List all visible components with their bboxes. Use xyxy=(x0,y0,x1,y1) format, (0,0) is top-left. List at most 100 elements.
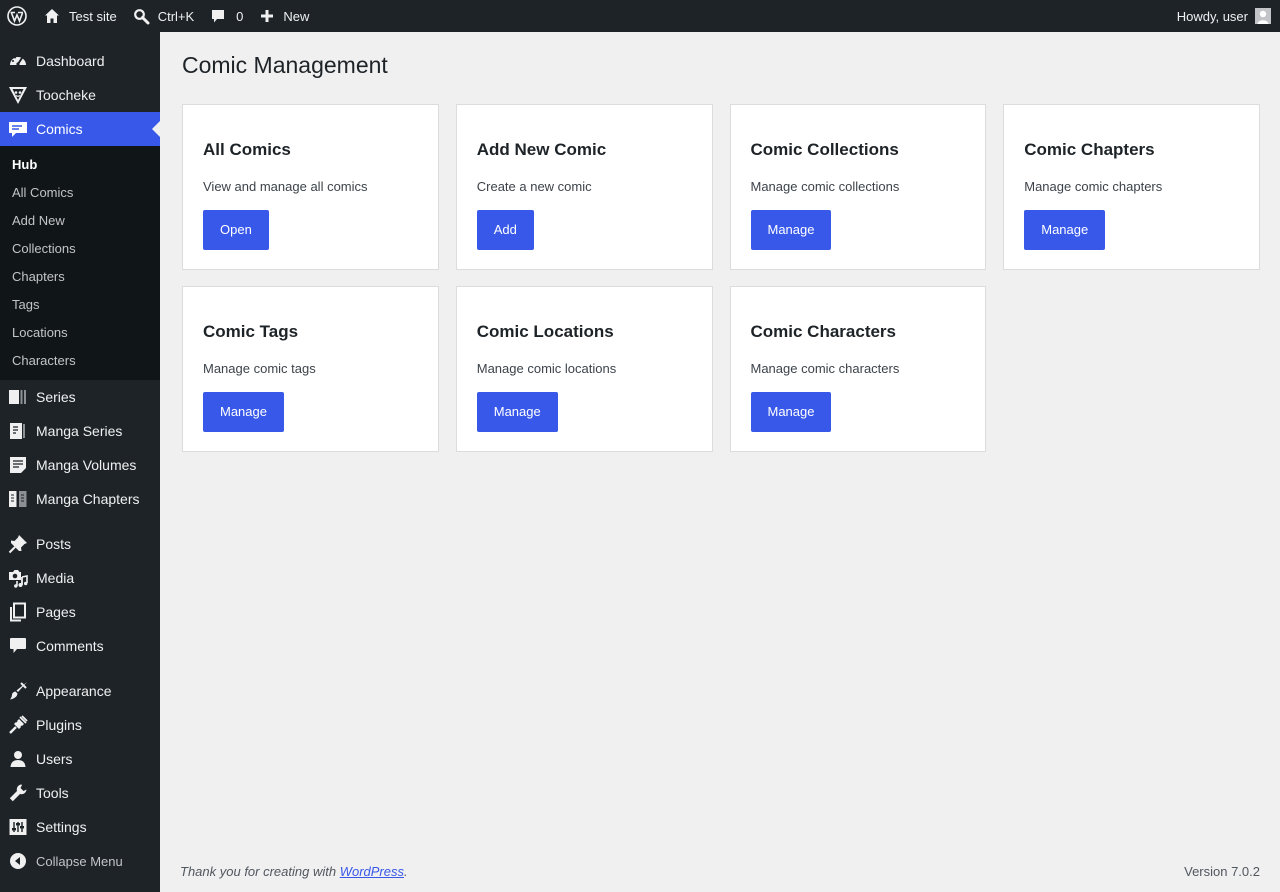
site-name-link[interactable]: Test site xyxy=(34,0,125,32)
sidebar-item-posts[interactable]: Posts xyxy=(0,527,160,561)
sliders-icon xyxy=(0,817,36,837)
card-comic-collections: Comic Collections Manage comic collectio… xyxy=(729,104,987,270)
manage-characters-button[interactable]: Manage xyxy=(750,392,832,432)
new-label: New xyxy=(283,8,310,24)
card-description: Create a new comic xyxy=(476,179,592,194)
sidebar-item-label: Appearance xyxy=(36,683,112,699)
sidebar-item-comments[interactable]: Comments xyxy=(0,629,160,663)
collapse-arrow-icon xyxy=(0,852,36,870)
card-comic-chapters: Comic Chapters Manage comic chapters Man… xyxy=(1003,104,1260,270)
manage-collections-button[interactable]: Manage xyxy=(750,210,832,250)
card-title: Comic Chapters xyxy=(1024,140,1155,159)
manga-volumes-icon xyxy=(0,455,36,475)
submenu-item-all-comics[interactable]: All Comics xyxy=(0,178,160,206)
sidebar-item-manga-chapters[interactable]: Manga Chapters xyxy=(0,482,160,516)
card-comic-characters: Comic Characters Manage comic characters… xyxy=(729,286,987,452)
card-title: Comic Tags xyxy=(203,322,299,341)
page-title: Comic Management xyxy=(182,52,388,78)
manage-chapters-button[interactable]: Manage xyxy=(1024,210,1106,250)
search-icon xyxy=(133,8,150,25)
sidebar-item-label: Posts xyxy=(36,536,72,552)
new-content-button[interactable]: New xyxy=(251,0,317,32)
footer-thanks-suffix: . xyxy=(404,864,408,879)
comment-bubble-icon xyxy=(210,8,226,24)
submenu-item-tags[interactable]: Tags xyxy=(0,290,160,318)
sidebar-item-label: Media xyxy=(36,570,75,586)
home-icon xyxy=(43,7,61,25)
sidebar-item-label: Comics xyxy=(36,121,83,137)
collapse-menu-label: Collapse Menu xyxy=(36,853,123,869)
wordpress-logo-button[interactable] xyxy=(0,0,34,32)
card-title: Comic Collections xyxy=(750,140,899,159)
sidebar-item-label: Tools xyxy=(36,785,69,801)
card-title: Comic Locations xyxy=(476,322,614,341)
sidebar-item-pages[interactable]: Pages xyxy=(0,595,160,629)
pin-icon xyxy=(0,534,36,554)
sidebar-item-manga-series[interactable]: Manga Series xyxy=(0,414,160,448)
toocheke-icon xyxy=(0,85,36,105)
card-title: Comic Characters xyxy=(750,322,897,341)
sidebar-item-media[interactable]: Media xyxy=(0,561,160,595)
manage-locations-button[interactable]: Manage xyxy=(476,392,558,432)
comments-link[interactable]: 0 xyxy=(202,0,251,32)
sidebar-item-toocheke[interactable]: Toocheke xyxy=(0,78,160,112)
sidebar-item-label: Settings xyxy=(36,819,87,835)
footer-version: Version 7.0.2 xyxy=(1184,864,1260,879)
sidebar-item-settings[interactable]: Settings xyxy=(0,810,160,844)
submenu-item-hub[interactable]: Hub xyxy=(0,150,160,178)
card-description: Manage comic chapters xyxy=(1024,179,1163,194)
card-title: Add New Comic xyxy=(476,140,607,159)
card-description: View and manage all comics xyxy=(203,179,368,194)
sidebar-item-label: Manga Volumes xyxy=(36,457,137,473)
manga-series-icon xyxy=(0,421,36,441)
sidebar-item-tools[interactable]: Tools xyxy=(0,776,160,810)
card-description: Manage comic collections xyxy=(750,179,900,194)
greeting: Howdy, user xyxy=(1176,8,1248,24)
sidebar-item-series[interactable]: Series xyxy=(0,380,160,414)
submenu-item-characters[interactable]: Characters xyxy=(0,346,160,374)
sidebar-item-dashboard[interactable]: Dashboard xyxy=(0,44,160,78)
card-title: All Comics xyxy=(203,140,291,159)
sidebar-item-label: Users xyxy=(36,751,73,767)
comics-icon xyxy=(0,119,36,139)
card-all-comics: All Comics View and manage all comics Op… xyxy=(182,104,439,270)
sidebar-item-label: Manga Chapters xyxy=(36,491,140,507)
pages-icon xyxy=(0,602,36,622)
add-comic-button[interactable]: Add xyxy=(476,210,534,250)
card-description: Manage comic characters xyxy=(750,361,900,376)
dashboard-icon xyxy=(0,51,36,71)
account-menu[interactable]: Howdy, user xyxy=(1177,0,1280,32)
sidebar-item-label: Dashboard xyxy=(36,53,105,69)
collapse-menu-button[interactable]: Collapse Menu xyxy=(0,844,160,878)
card-comic-tags: Comic Tags Manage comic tags Manage xyxy=(182,286,439,452)
footer-thanks: Thank you for creating with WordPress. xyxy=(180,864,408,879)
comment-icon xyxy=(0,636,36,656)
submenu-item-collections[interactable]: Collections xyxy=(0,234,160,262)
sidebar-item-label: Series xyxy=(36,389,76,405)
sidebar-item-comics[interactable]: Comics xyxy=(0,112,160,146)
media-icon xyxy=(0,568,36,588)
search-shortcut: Ctrl+K xyxy=(157,8,195,24)
footer-thanks-text: Thank you for creating with xyxy=(180,864,340,879)
main-content: Comic Management All Comics View and man… xyxy=(160,32,1280,892)
submenu-item-locations[interactable]: Locations xyxy=(0,318,160,346)
brush-icon xyxy=(0,681,36,701)
user-icon xyxy=(0,749,36,769)
submenu-item-chapters[interactable]: Chapters xyxy=(0,262,160,290)
open-all-comics-button[interactable]: Open xyxy=(203,210,269,250)
sidebar-item-appearance[interactable]: Appearance xyxy=(0,674,160,708)
submenu-item-add-new[interactable]: Add New xyxy=(0,206,160,234)
manage-tags-button[interactable]: Manage xyxy=(203,392,284,432)
cards-grid: All Comics View and manage all comics Op… xyxy=(182,104,1260,452)
series-icon xyxy=(0,387,36,407)
sidebar-item-plugins[interactable]: Plugins xyxy=(0,708,160,742)
command-search-button[interactable]: Ctrl+K xyxy=(125,0,202,32)
sidebar-item-users[interactable]: Users xyxy=(0,742,160,776)
admin-bar: Test site Ctrl+K 0 New Howdy, user xyxy=(0,0,1280,32)
card-add-new-comic: Add New Comic Create a new comic Add xyxy=(455,104,713,270)
sidebar-item-label: Toocheke xyxy=(36,87,96,103)
sidebar-item-manga-volumes[interactable]: Manga Volumes xyxy=(0,448,160,482)
sidebar-item-label: Pages xyxy=(36,604,76,620)
wordpress-link[interactable]: WordPress xyxy=(340,864,404,879)
card-comic-locations: Comic Locations Manage comic locations M… xyxy=(455,286,713,452)
